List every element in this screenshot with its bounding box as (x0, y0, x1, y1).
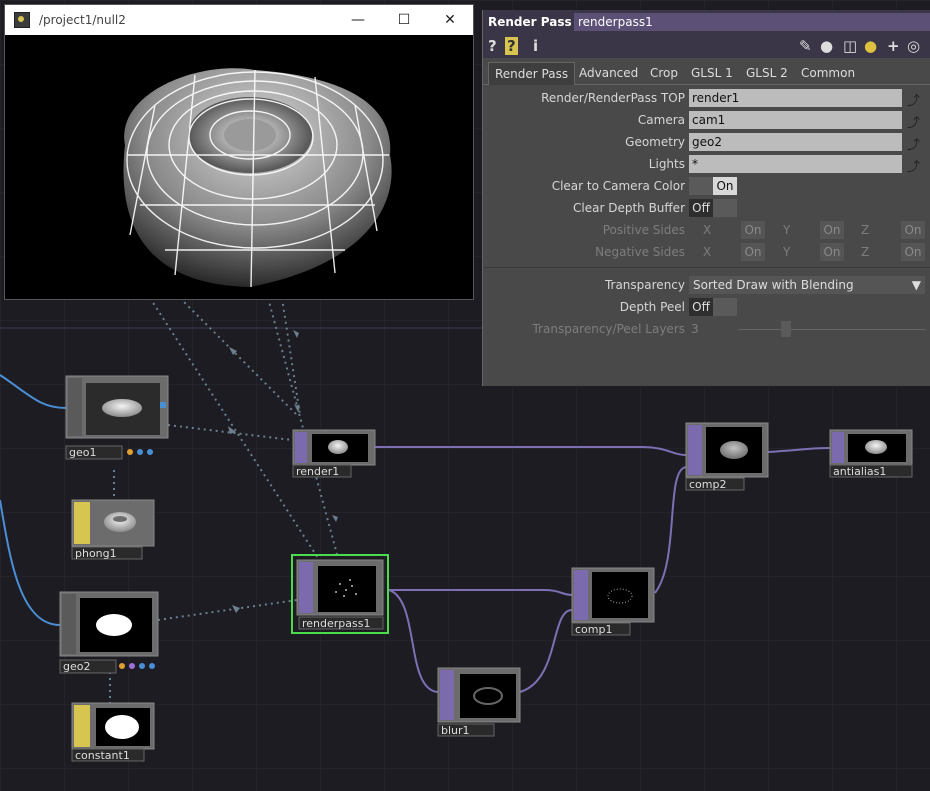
param-negative-sides: Negative Sides X On Y On Z On (483, 242, 930, 262)
negative-x-toggle[interactable]: On (741, 243, 765, 261)
minimize-icon[interactable]: — (335, 5, 381, 35)
node-label-geo2: geo2 (63, 660, 90, 673)
param-label: Negative Sides (595, 245, 685, 259)
operator-name-field[interactable]: renderpass1 (574, 13, 930, 31)
comment-icon[interactable]: ● (820, 37, 833, 55)
python-icon[interactable]: ● (864, 37, 877, 55)
parameter-panel[interactable]: Render Pass renderpass1 ? ? i ✎ ● ◫ ● + … (482, 10, 930, 386)
param-label: Geometry (625, 135, 685, 149)
node-label-renderpass1: renderpass1 (302, 617, 370, 630)
reference-arrow-icon[interactable]: ⤴ (907, 90, 925, 109)
param-label: Transparency (604, 278, 685, 292)
positive-y-toggle[interactable]: On (820, 221, 844, 239)
param-label: Clear to Camera Color (551, 179, 685, 193)
parameter-tabs: Render Pass Advanced Crop GLSL 1 GLSL 2 … (483, 62, 930, 85)
info-icon[interactable]: i (533, 37, 538, 55)
node-label-comp1: comp1 (575, 623, 612, 636)
node-renderpass1[interactable]: renderpass1 (291, 554, 389, 634)
clear-depth-toggle[interactable]: Off (689, 199, 713, 217)
param-label: Clear Depth Buffer (573, 201, 685, 215)
node-label-antialias1: antialias1 (833, 465, 886, 478)
node-label-phong1: phong1 (75, 547, 117, 560)
render-top-field[interactable]: render1 (689, 89, 902, 107)
param-label: Depth Peel (619, 300, 685, 314)
clear-color-toggle[interactable]: On (713, 177, 737, 195)
negative-y-toggle[interactable]: On (820, 243, 844, 261)
param-camera: Camera cam1 ⤴ (483, 110, 930, 131)
panel-toolbar: ? ? i ✎ ● ◫ ● + ◎ (483, 34, 930, 58)
peel-layers-slider[interactable] (739, 321, 925, 337)
tab-crop[interactable]: Crop (650, 62, 678, 84)
param-depth-peel: Depth Peel Off (483, 297, 930, 317)
camera-field[interactable]: cam1 (689, 111, 902, 129)
param-clear-depth-buffer: Clear Depth Buffer Off (483, 198, 930, 218)
node-label-blur1: blur1 (441, 724, 470, 737)
param-divider (483, 267, 930, 268)
clear-color-off-half[interactable] (689, 177, 713, 195)
viewer-titlebar[interactable]: /project1/null2 — ☐ ✕ (5, 5, 473, 35)
param-label: Camera (637, 113, 685, 127)
help-icon[interactable]: ? (488, 37, 497, 55)
slider-handle[interactable] (781, 321, 791, 337)
transparency-dropdown[interactable]: Sorted Draw with Blending ▼ (689, 276, 925, 294)
param-render-top: Render/RenderPass TOP render1 ⤴ (483, 88, 930, 109)
param-clear-camera-color: Clear to Camera Color On (483, 176, 930, 196)
positive-z-toggle[interactable]: On (901, 221, 925, 239)
chevron-down-icon: ▼ (911, 278, 921, 292)
param-positive-sides: Positive Sides X On Y On Z On (483, 220, 930, 240)
depth-peel-toggle[interactable]: Off (689, 298, 713, 316)
param-geometry: Geometry geo2 ⤴ (483, 132, 930, 153)
param-transparency: Transparency Sorted Draw with Blending ▼ (483, 275, 930, 295)
node-constant1[interactable]: constant1 (71, 702, 155, 762)
node-phong1[interactable]: phong1 (71, 499, 155, 560)
param-label: Transparency/Peel Layers (532, 322, 685, 336)
reference-arrow-icon[interactable]: ⤴ (907, 134, 925, 153)
axis-y-label: Y (783, 245, 791, 259)
reference-arrow-icon[interactable]: ⤴ (907, 112, 925, 131)
reference-arrow-icon[interactable]: ⤴ (907, 156, 925, 175)
operator-type: Render Pass (488, 15, 572, 29)
node-label-geo1: geo1 (69, 446, 96, 459)
clear-depth-on-half[interactable] (713, 199, 737, 217)
clone-icon[interactable]: ◫ (843, 37, 857, 55)
depth-peel-on-half[interactable] (713, 298, 737, 316)
edit-icon[interactable]: ✎ (799, 37, 812, 55)
maximize-icon[interactable]: ☐ (381, 5, 427, 35)
node-label-comp2: comp2 (689, 478, 726, 491)
param-label: Positive Sides (602, 223, 685, 237)
close-icon[interactable]: ✕ (427, 5, 473, 35)
param-lights: Lights * ⤴ (483, 154, 930, 175)
target-icon[interactable]: ◎ (907, 37, 920, 55)
transparency-value: Sorted Draw with Blending (693, 278, 854, 292)
param-label: Render/RenderPass TOP (541, 91, 685, 105)
geometry-field[interactable]: geo2 (689, 133, 902, 151)
tab-common[interactable]: Common (801, 62, 855, 84)
axis-x-label: X (703, 245, 712, 259)
node-antialias1[interactable]: antialias1 (829, 429, 913, 478)
op-help-icon[interactable]: ? (505, 37, 518, 55)
tab-glsl1[interactable]: GLSL 1 (691, 62, 733, 84)
node-label-constant1: constant1 (75, 749, 130, 762)
tab-render-pass[interactable]: Render Pass (488, 62, 576, 85)
render-preview (5, 35, 473, 299)
tab-glsl2[interactable]: GLSL 2 (746, 62, 788, 84)
positive-x-toggle[interactable]: On (741, 221, 765, 239)
axis-z-label: Z (861, 245, 870, 259)
node-label-render1: render1 (296, 465, 339, 478)
tab-advanced[interactable]: Advanced (579, 62, 638, 84)
app-icon (14, 12, 30, 28)
param-label: Lights (648, 157, 685, 171)
viewer-window[interactable]: /project1/null2 — ☐ ✕ (4, 4, 474, 300)
lights-field[interactable]: * (689, 155, 902, 173)
peel-layers-value[interactable]: 3 (691, 322, 699, 336)
axis-x-label: X (703, 223, 712, 237)
negative-z-toggle[interactable]: On (901, 243, 925, 261)
viewer-title: /project1/null2 (39, 13, 126, 27)
panel-header: Render Pass renderpass1 (483, 10, 930, 34)
add-icon[interactable]: + (887, 37, 900, 55)
param-peel-layers: Transparency/Peel Layers 3 (483, 319, 930, 339)
axis-y-label: Y (783, 223, 791, 237)
axis-z-label: Z (861, 223, 870, 237)
